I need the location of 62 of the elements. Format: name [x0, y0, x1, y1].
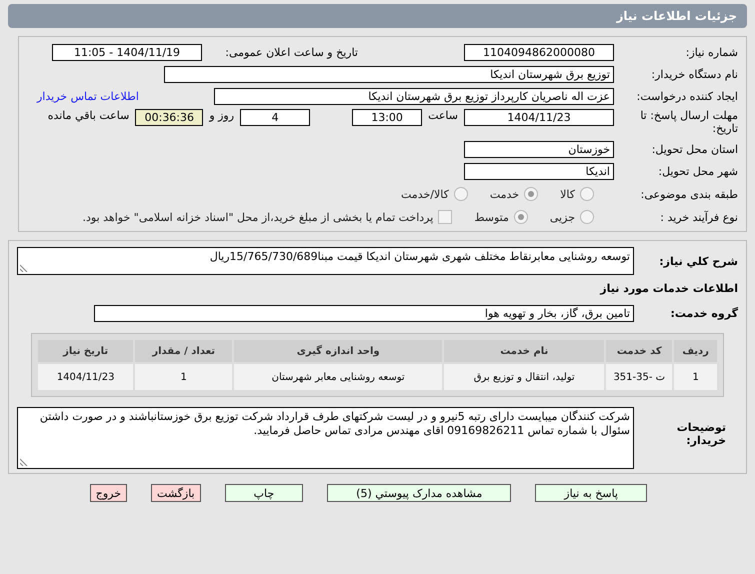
- column-header: ردیف: [674, 340, 717, 362]
- remaining-time-field: 00:36:36: [135, 109, 204, 126]
- field-label: شرح كلي نیاز:: [658, 254, 738, 268]
- field-label: نام دستگاه خریدار:: [650, 68, 738, 81]
- radio-button[interactable]: [524, 187, 538, 201]
- option-label: کالا: [560, 188, 575, 200]
- days-label: روز و: [209, 109, 234, 122]
- table-cell: توسعه روشنایی معابر شهرستان: [234, 364, 442, 390]
- announce-date-field[interactable]: 1404/11/19 - 11:05: [52, 44, 202, 61]
- column-header: کد خدمت: [606, 340, 672, 362]
- action-button[interactable]: بازگشت: [151, 484, 201, 502]
- deadline-time-field[interactable]: 13:00: [352, 109, 422, 126]
- buyer-notes-field[interactable]: شرکت کنندگان میبایست دارای رتبه 5نیرو و در لیست شرکتهای طرف قرارداد شرکت توزیع برق خوزستانباشند و در صورت داشتن سئوال با شماره تماس 09169826211 اقای مهندس مرادی تماس حاصل فرمایید.: [17, 407, 634, 469]
- column-header: واحد اندازه گیری: [234, 340, 442, 362]
- table-cell: 1404/11/23: [38, 364, 134, 390]
- city-field[interactable]: اندیکا: [464, 163, 614, 180]
- field-label: ایجاد کننده درخواست:: [636, 90, 738, 103]
- field-label: تاریخ و ساعت اعلان عمومی:: [224, 46, 358, 59]
- column-header: نام خدمت: [444, 340, 604, 362]
- field-label: مهلت ارسال پاسخ: تا تاریخ:: [639, 109, 738, 135]
- need-number-field[interactable]: 1104094862000080: [464, 44, 614, 61]
- table-cell: 1: [674, 364, 717, 390]
- field-label: شماره نیاز:: [684, 46, 738, 59]
- field-label: طبقه بندی موضوعی:: [640, 188, 738, 200]
- section-heading: اطلاعات خدمات مورد نیاز: [600, 282, 738, 295]
- table-cell: تولید، انتقال و توزیع برق: [444, 364, 604, 390]
- column-header: تعداد / مقدار: [135, 340, 232, 362]
- checkbox[interactable]: [438, 210, 452, 224]
- field-label: گروه خدمت:: [669, 307, 738, 320]
- days-field[interactable]: 4: [240, 109, 310, 126]
- option-label: کالا/خدمت: [401, 188, 449, 200]
- description-field[interactable]: توسعه روشنایی معابرنقاط مختلف شهری شهرستان اندیکا قیمت مبنا15/765/730/689ریال: [17, 247, 634, 275]
- radio-button[interactable]: [580, 210, 594, 224]
- radio-button[interactable]: [514, 210, 528, 224]
- table-cell: ت -35-351: [606, 364, 672, 390]
- province-field[interactable]: خوزستان: [464, 141, 614, 158]
- resize-grip-icon[interactable]: [20, 458, 28, 466]
- page-title: جزئیات اطلاعات نیاز: [616, 9, 737, 23]
- field-label: استان محل تحویل:: [650, 143, 738, 156]
- option-label: متوسط: [474, 210, 509, 224]
- radio-button[interactable]: [454, 187, 468, 201]
- payment-note: پرداخت تمام یا بخشی از مبلغ خرید،از محل "اسناد خزانه اسلامی" خواهد بود.: [82, 210, 434, 224]
- service-group-field[interactable]: تامین برق، گاز، بخار و تهویه هوا: [94, 305, 634, 322]
- option-label: خدمت: [490, 188, 520, 200]
- buyer-contact-link[interactable]: اطلاعات تماس خریدار: [37, 90, 139, 103]
- buyer-name-field[interactable]: توزیع برق شهرستان اندیکا: [164, 66, 614, 83]
- action-button[interactable]: چاپ: [224, 484, 304, 502]
- time-label: ساعت: [428, 109, 458, 122]
- field-label: توضیحات خریدار:: [676, 420, 727, 447]
- action-button[interactable]: پاسخ به نیاز: [535, 484, 647, 502]
- option-label: جزیی: [550, 210, 575, 224]
- field-label: نوع فرآیند خرید :: [659, 210, 738, 224]
- deadline-date-field[interactable]: 1404/11/23: [464, 109, 614, 126]
- radio-button[interactable]: [580, 187, 594, 201]
- column-header: تاریخ نیاز: [38, 340, 134, 362]
- table-cell: 1: [135, 364, 232, 390]
- resize-grip-icon[interactable]: [20, 264, 28, 272]
- requester-field[interactable]: عزت اله ناصریان کارپرداز توزیع برق شهرستان اندیکا: [214, 88, 614, 105]
- action-button[interactable]: خروج: [90, 484, 128, 502]
- field-label: شهر محل تحویل:: [657, 165, 738, 178]
- remaining-label: ساعت باقي مانده: [48, 109, 130, 122]
- action-button[interactable]: مشاهده مدارک پیوستي (5): [327, 484, 512, 502]
